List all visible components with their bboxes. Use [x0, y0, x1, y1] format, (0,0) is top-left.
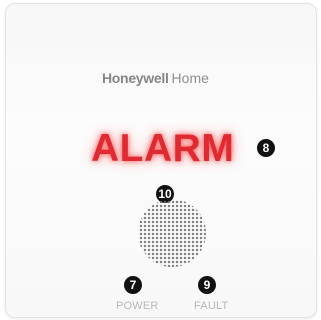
brand-suffix: Home — [171, 70, 209, 86]
alarm-device-panel: Honeywell Home ALARM 8 10 7 9 POWER FAULT — [5, 3, 317, 318]
alarm-indicator-label: ALARM — [91, 127, 235, 170]
callout-power-badge: 7 — [124, 276, 142, 294]
brand-name: Honeywell — [102, 70, 169, 86]
fault-indicator-label: FAULT — [194, 300, 229, 312]
power-indicator-label: POWER — [116, 300, 159, 312]
callout-alarm-badge: 8 — [257, 139, 275, 157]
callout-fault-badge: 9 — [198, 276, 216, 294]
speaker-grille — [138, 199, 206, 267]
brand-logo: Honeywell Home — [102, 70, 209, 86]
